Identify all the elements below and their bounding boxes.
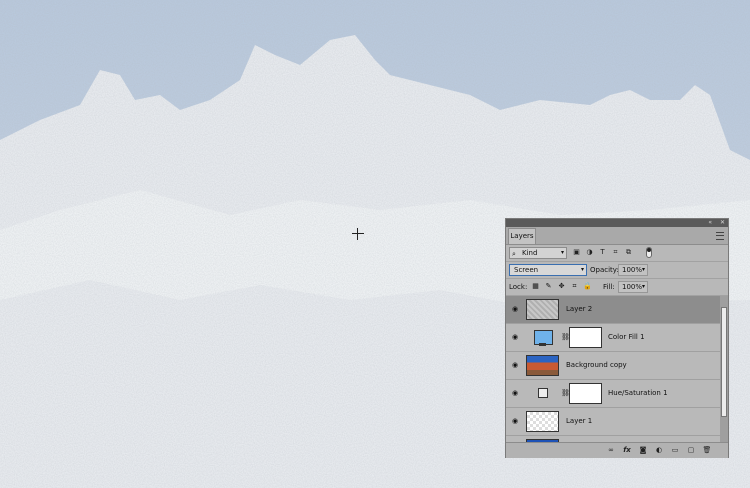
layer-name: Layer 1 — [566, 417, 593, 425]
eye-icon[interactable]: ◉ — [510, 389, 520, 397]
filter-toggle[interactable] — [646, 247, 652, 258]
layer-thumbnail — [526, 411, 559, 432]
kind-label: Kind — [522, 249, 538, 257]
filter-smart-object-icon[interactable]: ⧉ — [624, 248, 633, 257]
layer-mask-thumbnail[interactable] — [569, 327, 602, 348]
fx-icon[interactable]: fx — [622, 445, 632, 455]
lock-all-icon[interactable]: 🔒 — [583, 282, 592, 291]
chevron-down-icon: ▾ — [641, 266, 645, 273]
chevron-down-icon: ▾ — [641, 283, 645, 290]
lock-transparency-icon[interactable]: ▦ — [531, 282, 540, 291]
blend-row: Screen ▾ Opacity: 100% ▾ — [506, 262, 728, 279]
layers-panel: « ✕ Layers ⌕ Kind ▾ ▣ ◑ T ⌗ ⧉ Screen ▾ O… — [505, 218, 729, 458]
fill-label: Fill: — [603, 283, 615, 291]
filter-pixel-icon[interactable]: ▣ — [572, 248, 581, 257]
link-layers-icon[interactable]: ∞ — [606, 445, 616, 455]
add-mask-icon[interactable]: ◙ — [638, 445, 648, 455]
eye-icon[interactable]: ◉ — [510, 333, 520, 341]
opacity-value: 100% — [622, 266, 643, 274]
layer-row[interactable]: ◉ Background copy — [506, 352, 720, 380]
filter-shape-icon[interactable]: ⌗ — [611, 248, 620, 257]
panel-menu-icon[interactable] — [716, 232, 724, 240]
lock-position-icon[interactable]: ✥ — [557, 282, 566, 291]
new-layer-icon[interactable]: ▢ — [686, 445, 696, 455]
layer-name: Background copy — [566, 361, 627, 369]
fill-input[interactable]: 100% ▾ — [618, 281, 648, 293]
chevron-down-icon: ▾ — [580, 266, 584, 273]
layer-row[interactable]: ◉ Layer 1 — [506, 408, 720, 436]
trash-icon[interactable]: 🗑 — [702, 445, 712, 455]
layer-thumbnail — [526, 299, 559, 320]
fill-value: 100% — [622, 283, 643, 291]
close-icon[interactable]: ✕ — [720, 219, 725, 227]
search-icon: ⌕ — [512, 250, 516, 258]
hue-saturation-icon — [538, 388, 548, 398]
layer-row[interactable]: ◉ ⛓ Color Fill 1 — [506, 324, 720, 352]
eye-icon[interactable]: ◉ — [510, 305, 520, 313]
folder-icon[interactable]: ▭ — [670, 445, 680, 455]
lock-row: Lock: ▦ ✎ ✥ ⌗ 🔒 Fill: 100% ▾ — [506, 279, 728, 296]
layer-list: ◉ Layer 2 ◉ ⛓ Color Fill 1 ◉ Background … — [506, 296, 720, 442]
opacity-label: Opacity: — [590, 266, 619, 274]
chevron-down-icon: ▾ — [560, 249, 564, 256]
layer-row[interactable]: ◉ ⛓ Hue/Saturation 1 — [506, 380, 720, 408]
opacity-input[interactable]: 100% ▾ — [618, 264, 648, 276]
blend-mode-value: Screen — [514, 266, 539, 274]
filter-type-icon[interactable]: T — [598, 248, 607, 257]
layers-bottom-toolbar: ∞ fx ◙ ◐ ▭ ▢ 🗑 — [506, 442, 728, 458]
collapse-icon[interactable]: « — [708, 219, 712, 227]
eye-icon[interactable]: ◉ — [510, 361, 520, 369]
tab-layers[interactable]: Layers — [508, 228, 536, 244]
kind-filter-select[interactable]: ⌕ Kind ▾ — [509, 247, 567, 259]
layer-name: Color Fill 1 — [608, 333, 645, 341]
lock-artboard-icon[interactable]: ⌗ — [570, 282, 579, 291]
filter-adjustment-icon[interactable]: ◑ — [585, 248, 594, 257]
panel-title-bar[interactable]: « ✕ — [506, 219, 728, 227]
color-fill-thumbnail — [526, 327, 559, 348]
layer-thumbnail — [526, 355, 559, 376]
crosshair-cursor-icon — [352, 228, 364, 240]
adjustment-icon[interactable]: ◐ — [654, 445, 664, 455]
layer-name: Layer 2 — [566, 305, 593, 313]
eye-icon[interactable]: ◉ — [510, 417, 520, 425]
lock-label: Lock: — [509, 283, 528, 291]
blend-mode-select[interactable]: Screen ▾ — [509, 264, 587, 276]
layer-name: Hue/Saturation 1 — [608, 389, 668, 397]
layer-row[interactable]: ◉ Layer 2 — [506, 296, 720, 324]
layer-mask-thumbnail[interactable] — [569, 383, 602, 404]
scrollbar-thumb[interactable] — [721, 307, 727, 417]
lock-brush-icon[interactable]: ✎ — [544, 282, 553, 291]
filter-row: ⌕ Kind ▾ ▣ ◑ T ⌗ ⧉ — [506, 245, 728, 262]
panel-tab-row: Layers — [506, 227, 728, 245]
